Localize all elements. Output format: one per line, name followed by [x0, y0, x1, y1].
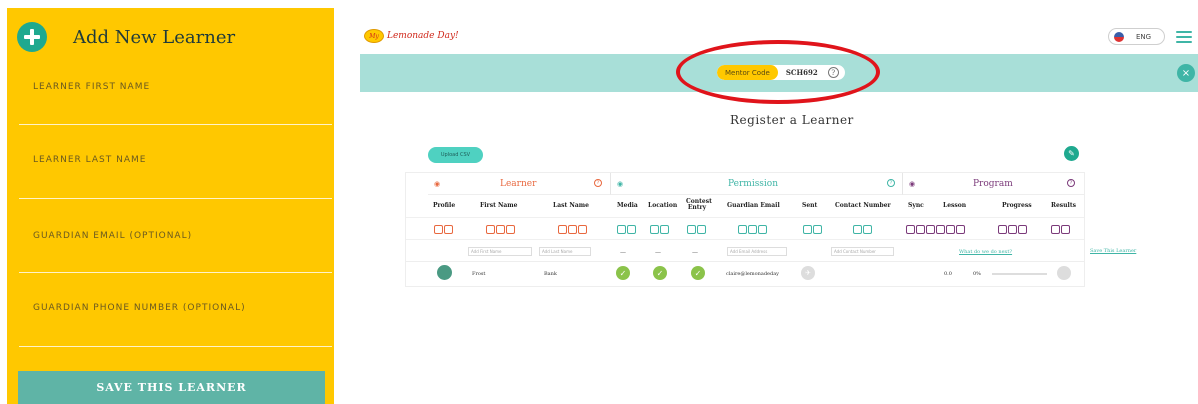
highlight-ellipse: [676, 40, 880, 104]
last-name-field[interactable]: [19, 198, 332, 199]
col-location: Location: [648, 202, 678, 209]
guardian-phone-label: GUARDIAN PHONE NUMBER (OPTIONAL): [33, 303, 246, 313]
group-title-learner: Learner: [500, 179, 537, 189]
progress-bar: [992, 273, 1047, 275]
media-toggle[interactable]: [617, 225, 636, 234]
row-first-name: Frost: [472, 271, 486, 277]
col-progress: Progress: [1002, 202, 1032, 209]
language-label: ENG: [1136, 32, 1152, 41]
first-name-input[interactable]: Add First Name: [468, 247, 532, 256]
col-profile: Profile: [433, 202, 456, 209]
close-icon[interactable]: ×: [1177, 64, 1195, 82]
panel-title: Add New Learner: [73, 26, 236, 48]
help-icon[interactable]: ?: [887, 179, 895, 187]
eye-icon[interactable]: ◉: [434, 180, 440, 188]
guardian-email-label: GUARDIAN EMAIL (OPTIONAL): [33, 231, 193, 241]
page-title: Register a Learner: [730, 113, 854, 127]
col-media: Media: [617, 202, 638, 209]
col-contest-entry: Contest Entry: [686, 198, 712, 211]
guardian-phone-field[interactable]: [19, 346, 332, 347]
flag-icon: [1114, 31, 1124, 42]
profile-toggle[interactable]: [434, 225, 453, 234]
col-sync: Sync: [908, 202, 924, 209]
col-first-name: First Name: [480, 202, 518, 209]
help-icon[interactable]: ?: [1067, 179, 1075, 187]
send-icon[interactable]: ✈: [801, 266, 815, 280]
row-lesson: 0.0: [944, 271, 952, 277]
col-sent: Sent: [802, 202, 818, 209]
sync-lesson-toggle[interactable]: [906, 225, 965, 234]
contest-entry-toggle[interactable]: [687, 225, 706, 234]
avatar[interactable]: [437, 265, 452, 280]
media-dash: —: [620, 249, 626, 256]
col-contact-number: Contact Number: [835, 202, 891, 209]
last-name-toggle[interactable]: [558, 225, 587, 234]
first-name-field[interactable]: [19, 124, 332, 125]
row-last-name: Bank: [544, 271, 557, 277]
location-dash: —: [655, 249, 661, 256]
location-toggle[interactable]: [650, 225, 669, 234]
save-this-learner-link[interactable]: Save This Learner: [1090, 248, 1136, 254]
results-icon[interactable]: [1057, 266, 1071, 280]
group-learner: ◉ Learner ?: [428, 173, 611, 195]
results-toggle[interactable]: [1051, 225, 1070, 234]
logo-mark: My: [364, 29, 384, 43]
contact-input[interactable]: Add Contact Number: [831, 247, 894, 256]
col-results: Results: [1051, 202, 1076, 209]
help-icon[interactable]: ?: [594, 179, 602, 187]
eye-icon[interactable]: ◉: [617, 180, 623, 188]
contact-number-toggle[interactable]: [853, 225, 872, 234]
add-learner-panel: Add New Learner LEARNER FIRST NAME LEARN…: [7, 8, 334, 404]
progress-toggle[interactable]: [998, 225, 1027, 234]
guardian-email-field[interactable]: [19, 272, 332, 273]
group-title-program: Program: [973, 179, 1013, 189]
group-title-permission: Permission: [728, 179, 779, 189]
language-selector[interactable]: ENG: [1108, 28, 1165, 45]
email-input[interactable]: Add Email Address: [727, 247, 787, 256]
logo[interactable]: My Lemonade Day!: [364, 29, 459, 43]
first-name-toggle[interactable]: [486, 225, 515, 234]
group-program: ◉ Program ?: [903, 173, 1084, 195]
group-permission: ◉ Permission ?: [611, 173, 903, 195]
learner-table: ◉ Learner ? ◉ Permission ? ◉ Program ? P…: [405, 172, 1085, 287]
eye-icon[interactable]: ◉: [909, 180, 915, 188]
upload-csv-button[interactable]: Upload CSV: [428, 147, 483, 163]
col-guardian-email: Guardian Email: [727, 202, 780, 209]
guardian-email-toggle[interactable]: [738, 225, 767, 234]
pencil-icon[interactable]: ✎: [1064, 146, 1079, 161]
contest-check-icon[interactable]: ✓: [691, 266, 705, 280]
what-next-link[interactable]: What do we do next?: [959, 249, 1012, 255]
save-learner-button[interactable]: SAVE THIS LEARNER: [18, 371, 325, 404]
divider: [406, 261, 1084, 262]
panel-header: Add New Learner: [17, 22, 235, 52]
first-name-label: LEARNER FIRST NAME: [33, 82, 151, 92]
contest-dash: —: [692, 249, 698, 256]
row-progress: 0%: [973, 271, 981, 277]
last-name-label: LEARNER LAST NAME: [33, 155, 147, 165]
plus-icon[interactable]: [17, 22, 47, 52]
col-lesson: Lesson: [943, 202, 967, 209]
hamburger-menu-icon[interactable]: [1176, 31, 1192, 43]
divider: [406, 239, 1084, 240]
sent-toggle[interactable]: [803, 225, 822, 234]
last-name-input[interactable]: Add Last Name: [539, 247, 591, 256]
col-last-name: Last Name: [553, 202, 589, 209]
divider: [406, 217, 1084, 218]
location-check-icon[interactable]: ✓: [653, 266, 667, 280]
media-check-icon[interactable]: ✓: [616, 266, 630, 280]
row-guardian-email: claire@lemonadeday: [726, 271, 780, 277]
logo-text: Lemonade Day!: [387, 31, 459, 41]
